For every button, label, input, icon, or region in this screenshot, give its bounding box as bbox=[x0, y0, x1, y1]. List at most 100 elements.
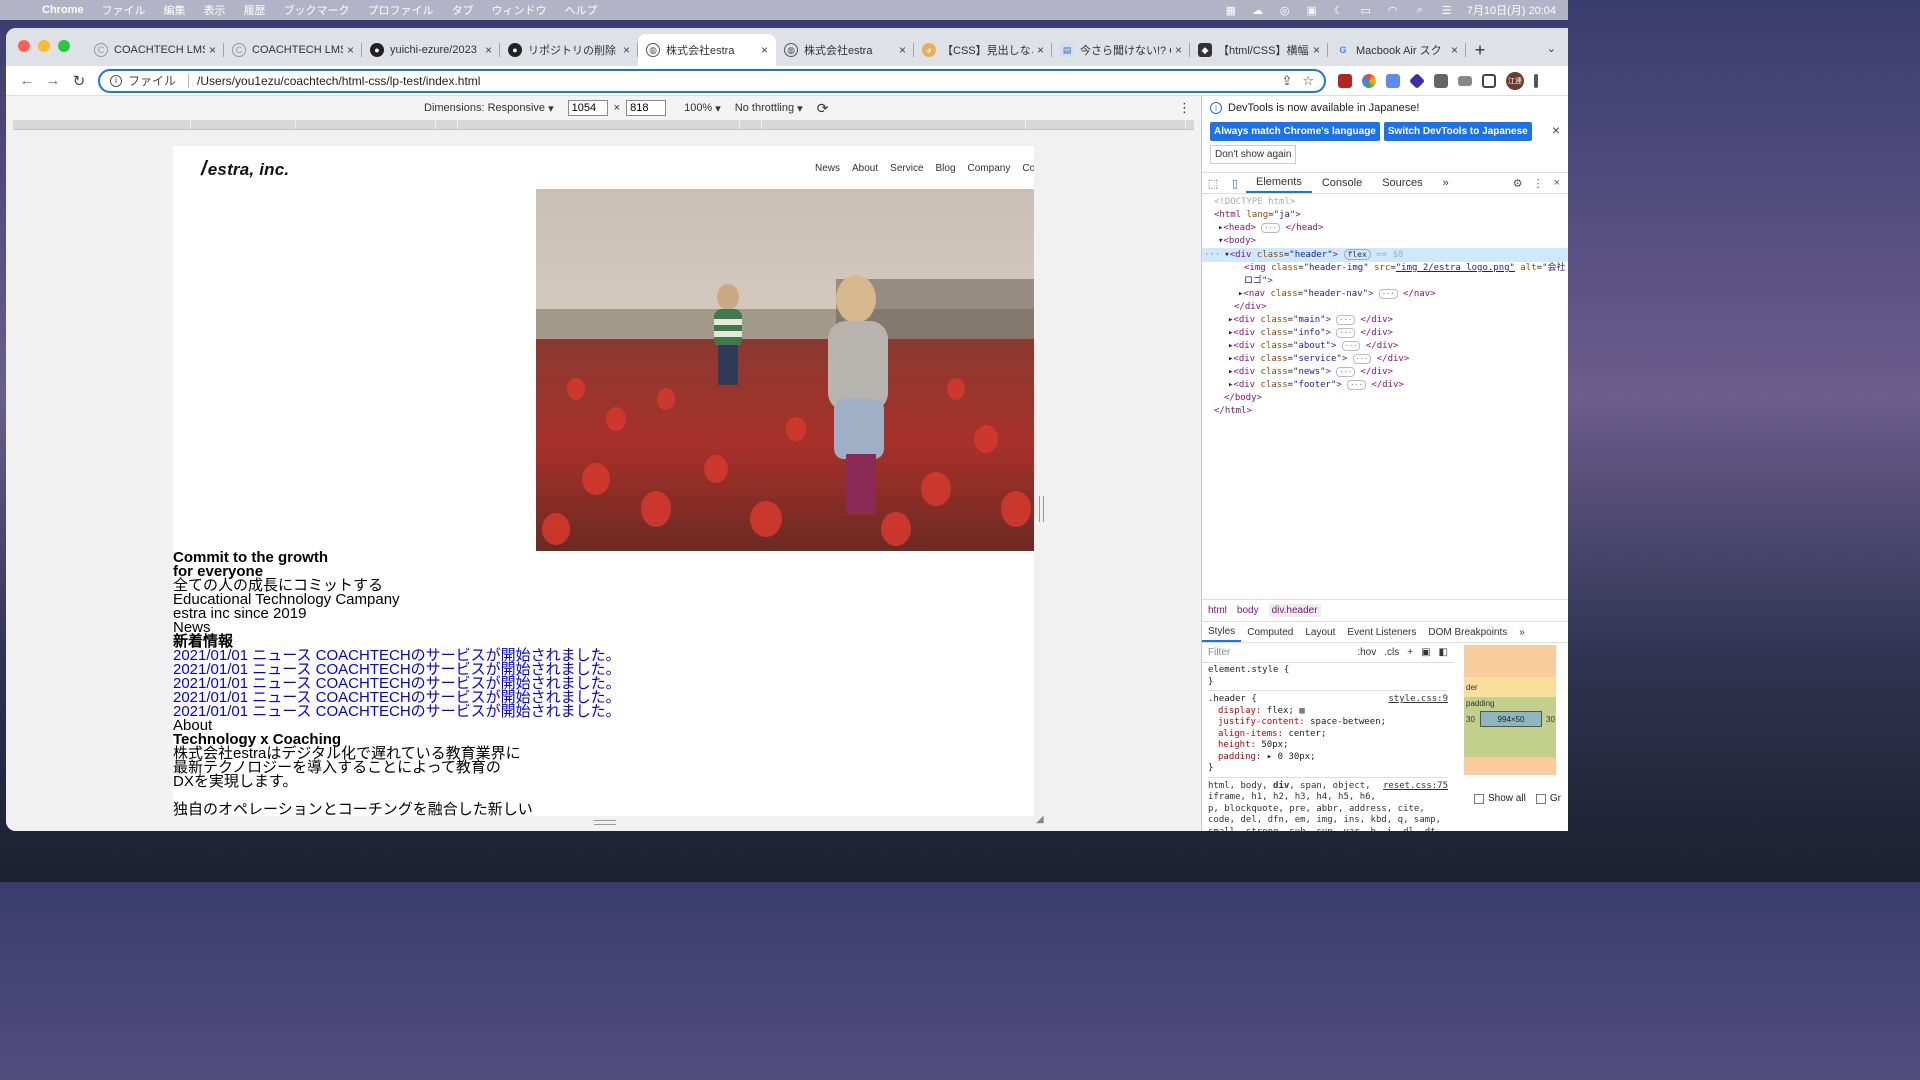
close-tab-icon[interactable]: × bbox=[209, 43, 216, 57]
menu-bookmarks[interactable]: ブックマーク bbox=[284, 2, 350, 18]
dom-div-about[interactable]: ▸<div class="about"> ··· </div> bbox=[1214, 340, 1568, 353]
dom-html-close[interactable]: </html> bbox=[1214, 405, 1568, 418]
zoom-dropdown[interactable]: 100% bbox=[684, 102, 712, 114]
close-tab-icon[interactable]: × bbox=[623, 43, 630, 57]
nav-company[interactable]: Company bbox=[968, 163, 1011, 174]
menu-chrome[interactable]: Chrome bbox=[42, 4, 84, 16]
close-tab-icon[interactable]: × bbox=[1037, 43, 1044, 57]
dom-body[interactable]: ▾<body> bbox=[1214, 235, 1568, 248]
more-tabs-icon[interactable]: » bbox=[1433, 173, 1459, 193]
tab-console[interactable]: Console bbox=[1312, 173, 1372, 193]
switch-japanese-button[interactable]: Switch DevTools to Japanese bbox=[1383, 122, 1532, 141]
puzzle-extensions-icon[interactable] bbox=[1434, 73, 1448, 88]
dom-div-service[interactable]: ▸<div class="service"> ··· </div> bbox=[1214, 353, 1568, 366]
close-tab-icon[interactable]: × bbox=[1175, 43, 1182, 57]
control-center-icon[interactable]: ☰ bbox=[1440, 4, 1454, 17]
dom-div-info[interactable]: ▸<div class="info"> ··· </div> bbox=[1214, 327, 1568, 340]
menu-tab[interactable]: タブ bbox=[452, 2, 474, 18]
mq-segment[interactable] bbox=[13, 120, 191, 129]
paint-icon[interactable]: ▣ bbox=[1421, 647, 1430, 658]
news-link[interactable]: 2021/01/01 ニュース COACHTECHのサービスが開始されました。 bbox=[173, 704, 1034, 719]
tab-coachtech-lms-2[interactable]: C COACHTECH LMS × bbox=[224, 34, 362, 66]
dom-doctype[interactable]: <!DOCTYPE html> bbox=[1214, 196, 1568, 209]
rule-element-style[interactable]: element.style {} bbox=[1208, 665, 1448, 691]
menu-window[interactable]: ウィンドウ bbox=[492, 2, 547, 18]
mq-segment[interactable] bbox=[296, 120, 436, 129]
nav-service[interactable]: Service bbox=[890, 163, 923, 174]
address-bar[interactable]: i ファイル /Users/you1ezu/coachtech/html-css… bbox=[98, 68, 1326, 93]
rule-reset[interactable]: reset.css:75 html, body, div, span, objec… bbox=[1208, 781, 1448, 832]
device-toggle-icon[interactable]: ▯ bbox=[1224, 177, 1246, 190]
tab-github-delete[interactable]: ● リポジトリの削除 - G × bbox=[500, 34, 638, 66]
subtab-layout[interactable]: Layout bbox=[1299, 622, 1341, 642]
share-icon[interactable]: ⇪ bbox=[1281, 73, 1292, 89]
box-content[interactable]: 994×50 bbox=[1480, 711, 1542, 727]
reload-icon[interactable]: ↻ bbox=[66, 72, 92, 90]
cls-toggle[interactable]: .cls bbox=[1384, 647, 1399, 658]
mq-segment[interactable] bbox=[1026, 120, 1186, 129]
menu-file[interactable]: ファイル bbox=[102, 2, 146, 18]
tab-search-chevron-icon[interactable]: ⌄ bbox=[1547, 42, 1556, 55]
more-subtabs-icon[interactable]: » bbox=[1513, 622, 1531, 642]
menu-view[interactable]: 表示 bbox=[204, 2, 226, 18]
dom-html[interactable]: <html lang="ja"> bbox=[1214, 209, 1568, 222]
always-match-language-button[interactable]: Always match Chrome's language bbox=[1210, 122, 1380, 141]
device-height-input[interactable] bbox=[626, 100, 667, 116]
side-panel-icon[interactable] bbox=[1482, 73, 1496, 88]
close-tab-icon[interactable]: × bbox=[899, 43, 906, 57]
rule-source-link[interactable]: reset.css:75 bbox=[1383, 781, 1448, 793]
profile-avatar[interactable]: 江連 bbox=[1506, 71, 1524, 90]
chrome-menu-icon[interactable] bbox=[1534, 73, 1538, 88]
close-tab-icon[interactable]: × bbox=[485, 43, 492, 57]
subtab-dom-breakpoints[interactable]: DOM Breakpoints bbox=[1422, 622, 1513, 642]
new-tab-button[interactable]: + bbox=[1466, 34, 1494, 66]
rotate-icon[interactable]: ⟳ bbox=[817, 100, 829, 117]
tab-estra[interactable]: ◍ 株式会社estra × bbox=[776, 34, 914, 66]
extension-diamond-icon[interactable] bbox=[1409, 72, 1425, 89]
add-rule-icon[interactable]: + bbox=[1407, 647, 1413, 658]
show-all-checkbox[interactable] bbox=[1474, 793, 1484, 804]
tab-coachtech-lms-1[interactable]: C COACHTECH LMS × bbox=[86, 34, 224, 66]
filter-input[interactable]: Filter bbox=[1208, 647, 1230, 658]
media-query-bar[interactable] bbox=[13, 120, 1194, 130]
more-options-icon[interactable]: ⋮ bbox=[1178, 100, 1191, 116]
tab-github-repo[interactable]: ● yuichi-ezure/2023 × bbox=[362, 34, 500, 66]
tray-check-icon[interactable]: ◎ bbox=[1278, 4, 1292, 17]
menu-edit[interactable]: 編集 bbox=[164, 2, 186, 18]
dom-div-news[interactable]: ▸<div class="news"> ··· </div> bbox=[1214, 366, 1568, 379]
dom-img-header[interactable]: <img class="header-img" src="img_2/estra… bbox=[1214, 262, 1568, 275]
subtab-event-listeners[interactable]: Event Listeners bbox=[1341, 622, 1422, 642]
menu-history[interactable]: 履歴 bbox=[244, 2, 266, 18]
mq-segment[interactable] bbox=[191, 120, 296, 129]
menu-help[interactable]: ヘルプ bbox=[565, 2, 598, 18]
group-checkbox[interactable] bbox=[1535, 793, 1546, 804]
wifi-icon[interactable]: ◠ bbox=[1386, 4, 1400, 17]
crumb-body[interactable]: body bbox=[1237, 605, 1259, 616]
tray-cloud-icon[interactable]: ☁ bbox=[1251, 4, 1265, 17]
close-devtools-icon[interactable]: × bbox=[1554, 177, 1560, 190]
dom-nav[interactable]: ▸<nav class="header-nav"> ··· </nav> bbox=[1214, 288, 1568, 301]
throttling-dropdown[interactable]: No throttling bbox=[735, 102, 794, 114]
tab-html-css-width[interactable]: ◆ 【html/CSS】横幅 × bbox=[1190, 34, 1328, 66]
bookmark-star-icon[interactable]: ☆ bbox=[1302, 73, 1314, 89]
settings-gear-icon[interactable]: ⚙ bbox=[1513, 177, 1523, 190]
reading-list-icon[interactable] bbox=[1458, 75, 1472, 86]
moon-icon[interactable]: ☾ bbox=[1332, 4, 1346, 17]
close-banner-icon[interactable]: × bbox=[1552, 122, 1560, 138]
show-all-toggle[interactable]: Show all Gr bbox=[1474, 793, 1561, 804]
nav-news[interactable]: News bbox=[815, 163, 840, 174]
dom-div-footer[interactable]: ▸<div class="footer"> ··· </div> bbox=[1214, 379, 1568, 392]
rule-header[interactable]: style.css:9 .header { display: flex; ▦ ju… bbox=[1208, 694, 1448, 778]
menubar-clock[interactable]: 7月10日(月) 20:04 bbox=[1467, 2, 1556, 18]
close-tab-icon[interactable]: × bbox=[1451, 43, 1458, 57]
devtools-menu-icon[interactable]: ⋮ bbox=[1533, 177, 1544, 190]
tray-app2-icon[interactable]: ▣ bbox=[1305, 4, 1319, 17]
minimize-window-button[interactable] bbox=[38, 40, 50, 52]
box-padding-left[interactable]: 30 bbox=[1466, 715, 1475, 724]
mq-segment[interactable] bbox=[458, 120, 740, 129]
tab-css-heading[interactable]: ◕ 【CSS】見出しなど × bbox=[914, 34, 1052, 66]
close-tab-icon[interactable]: × bbox=[1313, 43, 1320, 57]
mq-segment[interactable] bbox=[762, 120, 1026, 129]
nav-contact[interactable]: Co bbox=[1022, 163, 1034, 174]
site-info-icon[interactable]: i bbox=[110, 74, 122, 87]
